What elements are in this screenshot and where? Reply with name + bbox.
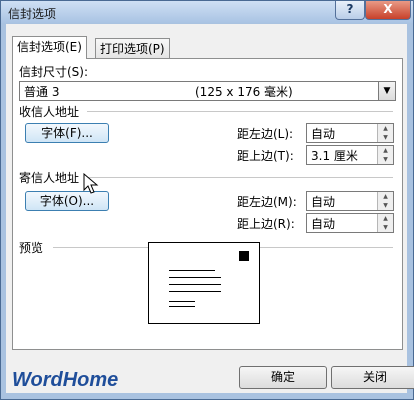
tab-printing-options[interactable]: 打印选项(P): [95, 38, 170, 59]
recipient-from-top-label: 距上边(T):: [237, 149, 294, 163]
sender-from-top-label: 距上边(R):: [237, 217, 295, 231]
address-line: [169, 277, 221, 278]
recipient-from-left-spinner[interactable]: 自动 ▲ ▼: [306, 123, 394, 143]
address-line: [169, 270, 215, 271]
address-line: [169, 291, 221, 292]
spin-down-icon[interactable]: ▼: [378, 201, 393, 210]
envelope-size-dimensions: (125 x 176 毫米): [195, 85, 293, 99]
close-button[interactable]: 关闭: [331, 366, 414, 389]
preview-section-heading: 预览: [19, 241, 44, 255]
sender-from-left-spinner[interactable]: 自动 ▲ ▼: [306, 191, 394, 211]
recipient-separator: [87, 111, 393, 112]
envelope-size-value: 普通 3: [24, 85, 60, 99]
window-close-button[interactable]: X: [365, 1, 411, 20]
recipient-section-heading: 收信人地址: [19, 105, 80, 119]
address-line: [169, 284, 221, 285]
sender-from-top-spinner[interactable]: 自动 ▲ ▼: [306, 213, 394, 233]
dialog-body: 信封选项(E) 打印选项(P) 信封尺寸(S): 普通 3 (125 x 176…: [6, 24, 414, 393]
tab-envelope-options[interactable]: 信封选项(E): [12, 36, 87, 59]
spin-down-icon[interactable]: ▼: [378, 155, 393, 164]
spin-down-icon[interactable]: ▼: [378, 133, 393, 142]
spin-up-icon[interactable]: ▲: [378, 124, 393, 133]
address-line: [169, 306, 195, 307]
mouse-pointer-icon: [83, 173, 99, 194]
help-button[interactable]: ?: [335, 1, 365, 20]
recipient-from-top-value: 3.1 厘米: [311, 149, 358, 163]
envelope-preview[interactable]: [148, 242, 260, 324]
recipient-from-top-spinner[interactable]: 3.1 厘米 ▲ ▼: [306, 145, 394, 165]
address-line: [169, 301, 195, 302]
wordhome-watermark: WordHome: [12, 369, 119, 391]
sender-from-left-label: 距左边(M):: [237, 195, 297, 209]
spin-down-icon[interactable]: ▼: [378, 223, 393, 232]
recipient-from-left-label: 距左边(L):: [237, 127, 294, 141]
stamp-icon: [239, 251, 249, 261]
spin-up-icon[interactable]: ▲: [378, 146, 393, 155]
title-bar[interactable]: 信封选项 ? X: [1, 1, 413, 23]
ok-button[interactable]: 确定: [239, 366, 327, 389]
sender-separator: [87, 177, 393, 178]
sender-from-left-value: 自动: [311, 195, 336, 209]
recipient-from-left-value: 自动: [311, 127, 336, 141]
sender-section-heading: 寄信人地址: [19, 171, 80, 185]
spin-buttons: ▲ ▼: [377, 124, 393, 142]
spin-buttons: ▲ ▼: [377, 146, 393, 164]
sender-from-top-value: 自动: [311, 217, 336, 231]
dropdown-arrow-icon[interactable]: ▼: [378, 82, 395, 100]
envelope-size-select[interactable]: 普通 3 (125 x 176 毫米) ▼: [19, 81, 396, 101]
window-title: 信封选项: [8, 7, 57, 21]
spin-buttons: ▲ ▼: [377, 192, 393, 210]
spin-up-icon[interactable]: ▲: [378, 214, 393, 223]
spin-buttons: ▲ ▼: [377, 214, 393, 232]
envelope-options-dialog: 信封选项 ? X 信封选项(E) 打印选项(P) 信封尺寸(S): 普通 3 (…: [0, 0, 414, 400]
envelope-size-label: 信封尺寸(S):: [19, 65, 89, 79]
recipient-font-button[interactable]: 字体(F)...: [25, 123, 109, 143]
spin-up-icon[interactable]: ▲: [378, 192, 393, 201]
